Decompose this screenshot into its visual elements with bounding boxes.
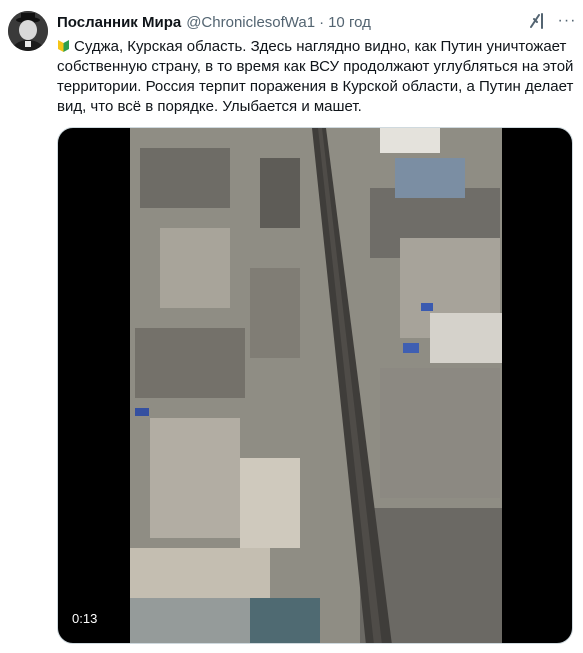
tweet-text: Суджа, Курская область. Здесь наглядно в… <box>57 37 574 117</box>
tweet[interactable]: Посланник Мира @ChroniclesofWa1 · 10 год… <box>0 0 583 653</box>
tweet-text-line-2: собственную страну, в то время как ВСУ п… <box>57 58 574 75</box>
tweet-text-line-1: Суджа, Курская область. Здесь наглядно в… <box>57 37 569 57</box>
more-horizontal-icon[interactable]: ··· <box>556 10 578 32</box>
japanese-beginner-badge-icon <box>57 39 70 53</box>
video-frame[interactable] <box>130 128 502 643</box>
separator-dot: · <box>319 13 325 31</box>
tweet-text-line-4: вид, что всё в порядке. Улыбается и маше… <box>57 98 362 115</box>
video-still-image <box>130 128 502 643</box>
tweet-header: Посланник Мира @ChroniclesofWa1 · 10 год <box>57 12 371 32</box>
tweet-timestamp[interactable]: 10 год <box>328 14 371 31</box>
avatar[interactable] <box>8 11 48 51</box>
author-handle[interactable]: @ChroniclesofWa1 <box>186 14 315 31</box>
video-player[interactable]: 0:13 <box>57 127 573 644</box>
tweet-text-line-1-content: Суджа, Курская область. Здесь наглядно в… <box>74 38 567 55</box>
author-display-name[interactable]: Посланник Мира <box>57 14 181 31</box>
grok-icon[interactable] <box>528 11 548 31</box>
tweet-text-line-3: территории. Россия терпит поражения в Ку… <box>57 78 574 95</box>
video-duration: 0:13 <box>72 611 98 626</box>
